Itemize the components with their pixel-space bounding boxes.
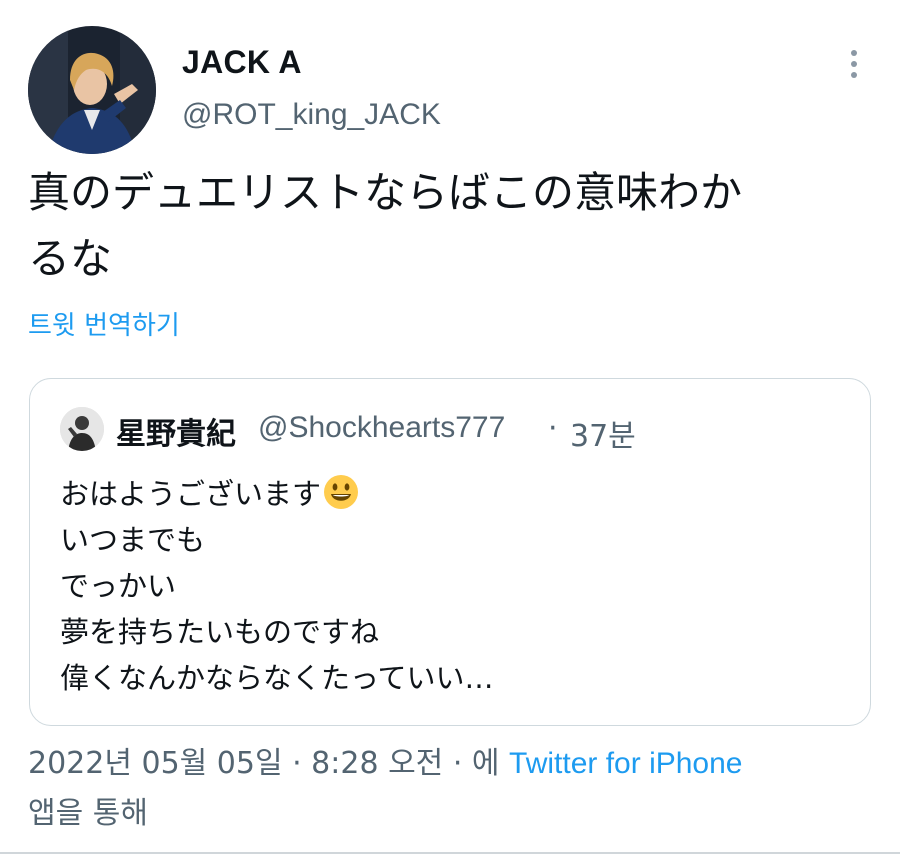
quote-text-line: でっかい [60,569,177,603]
translate-tweet-link[interactable]: 트윗 번역하기 [28,305,180,342]
tweet-text-line: 真のデュエリストならばこの意味わか [28,168,743,217]
quoted-tweet-card[interactable]: 星野貴紀 @Shockhearts777 · 37분 おはようございます いつま… [29,378,871,726]
tweet-text-line: るな [28,234,113,283]
quote-author-handle: @Shockhearts777 [258,411,506,444]
quote-author-name: 星野貴紀 [116,417,236,452]
quote-text-line: いつまでも [60,523,206,557]
tweet-timestamp: 2022년 05월 05일 · 8:28 오전 · 에 [28,746,500,781]
divider [0,852,900,854]
more-options-button[interactable] [836,44,872,84]
tweet-metadata: 2022년 05월 05일 · 8:28 오전 · 에 Twitter for … [28,742,878,786]
quote-author-avatar [60,407,104,451]
author-display-name[interactable]: JACK A [182,44,302,81]
quote-text-line: おはようございます [60,471,850,517]
quote-separator: · [548,411,558,446]
quote-timestamp: 37분 [570,419,636,454]
tweet-text: 真のデュエリストならばこの意味わか るな [28,160,868,292]
tweet-source-link[interactable]: Twitter for iPhone [509,747,742,780]
quote-text-line: 夢を持ちたいものですね [60,615,380,649]
more-vertical-icon-dot [851,61,857,67]
author-handle[interactable]: @ROT_king_JACK [182,98,441,132]
quote-text: おはようございます いつまでも でっかい 夢を持ちたいものですね 偉くなんかなら… [60,471,850,701]
profile-photo-icon [28,26,156,154]
quote-profile-photo-icon [60,407,104,451]
quote-text-line-content: おはようございます [60,477,322,511]
more-vertical-icon-dot [851,72,857,78]
tweet-source-suffix: 앱을 통해 [28,796,148,831]
tweet-detail: JACK A @ROT_king_JACK 真のデュエリストならばこの意味わか … [0,0,900,857]
author-avatar[interactable] [28,26,156,154]
more-vertical-icon [851,50,857,56]
quote-text-line: 偉くなんかならなくたっていい… [60,661,494,695]
smiling-face-emoji-icon [324,475,359,509]
